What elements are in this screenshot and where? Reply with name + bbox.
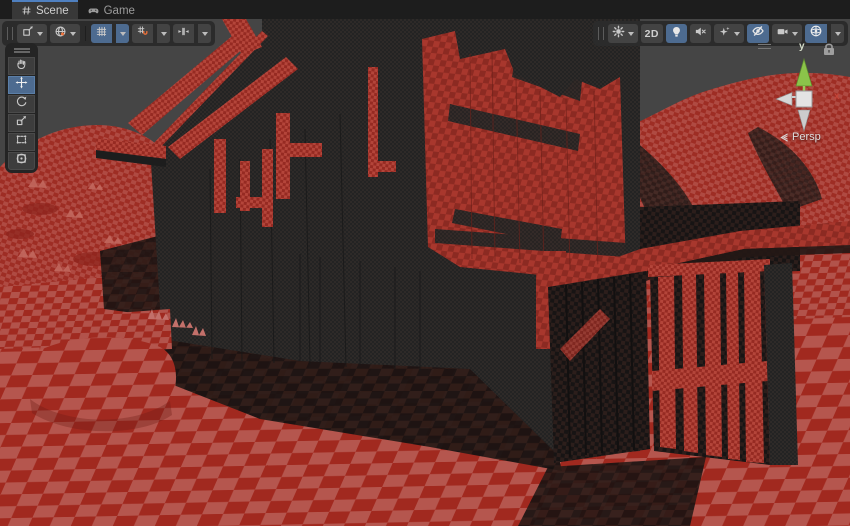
tools-drag-handle[interactable] (14, 48, 30, 53)
unity-editor-window: Scene Game (0, 0, 850, 526)
light-bulb-icon (670, 25, 683, 43)
persp-icon (780, 133, 789, 142)
projection-label: Persp (792, 131, 821, 143)
scene-viewport[interactable]: 2D (0, 19, 850, 526)
scene-render (0, 19, 850, 526)
transform-icon (15, 152, 28, 170)
handle-orientation-button[interactable] (50, 24, 80, 43)
axis-y-label: y (799, 41, 805, 52)
grid-snapping-icon (136, 25, 149, 43)
snap-increment-dropdown[interactable] (198, 24, 211, 43)
tab-scene-label: Scene (36, 5, 69, 17)
move-icon (15, 76, 28, 94)
toolbar-drag-handle[interactable] (7, 27, 13, 40)
dropdown-caret (835, 32, 841, 36)
tab-scene[interactable]: Scene (12, 0, 78, 19)
move-tool-button[interactable] (8, 76, 35, 94)
tab-game[interactable]: Game (78, 0, 144, 19)
orientation-globe-icon (54, 25, 67, 43)
scene-lighting-toggle[interactable] (666, 24, 687, 43)
projection-toggle[interactable]: Persp (780, 131, 821, 143)
pivot-icon (21, 25, 34, 43)
view-tabbar: Scene Game (0, 0, 850, 19)
toolbar-separator (85, 26, 86, 41)
grid-visibility-icon (95, 25, 108, 43)
tool-settings-toolbar (2, 21, 215, 46)
2d-label: 2D (645, 28, 659, 40)
hand-icon (15, 57, 28, 75)
dropdown-caret (202, 32, 208, 36)
axis-cone-x (814, 94, 828, 104)
dropdown-caret (734, 32, 740, 36)
toolbar-drag-handle[interactable] (598, 27, 604, 40)
effects-toggle[interactable] (714, 24, 744, 43)
dropdown-caret (120, 32, 126, 36)
dropdown-caret (792, 32, 798, 36)
audio-muted-icon (694, 25, 707, 43)
scene-tab-icon (21, 5, 32, 16)
grid-snapping-dropdown[interactable] (157, 24, 170, 43)
game-tab-icon (87, 4, 100, 17)
tab-game-label: Game (104, 5, 135, 17)
rect-tool-button[interactable] (8, 133, 35, 151)
rect-icon (15, 133, 28, 151)
dropdown-caret (70, 32, 76, 36)
rotate-tool-button[interactable] (8, 95, 35, 113)
snap-increment-button[interactable] (173, 24, 194, 43)
dropdown-caret (628, 32, 634, 36)
scale-tool-button[interactable] (8, 114, 35, 132)
dropdown-caret (37, 32, 43, 36)
draw-mode-button[interactable] (608, 24, 638, 43)
transform-tool-button[interactable] (8, 152, 35, 170)
scale-icon (15, 114, 28, 132)
view-tool-button[interactable] (8, 57, 35, 75)
axis-cone-y (796, 59, 812, 86)
grid-visibility-dropdown[interactable] (116, 24, 129, 43)
2d-view-toggle[interactable]: 2D (641, 24, 663, 43)
grid-snapping-button[interactable] (132, 24, 153, 43)
grid-visibility-button[interactable] (91, 24, 112, 43)
rotate-icon (15, 95, 28, 113)
snap-increment-icon (177, 25, 190, 43)
pivot-toggle-button[interactable] (17, 24, 47, 43)
axis-cone-left (776, 93, 792, 106)
gizmo-center-cube (796, 91, 812, 107)
dropdown-caret (161, 32, 167, 36)
tools-palette (5, 43, 38, 173)
axis-cone-down (798, 110, 810, 131)
scene-orientation-gizmo[interactable]: y x Persp (752, 39, 850, 151)
padlock-icon (824, 44, 834, 55)
draw-mode-burst-icon (612, 25, 625, 43)
axis-x-label: x (834, 91, 840, 102)
audio-toggle[interactable] (690, 24, 711, 43)
effects-star-icon (718, 25, 731, 43)
